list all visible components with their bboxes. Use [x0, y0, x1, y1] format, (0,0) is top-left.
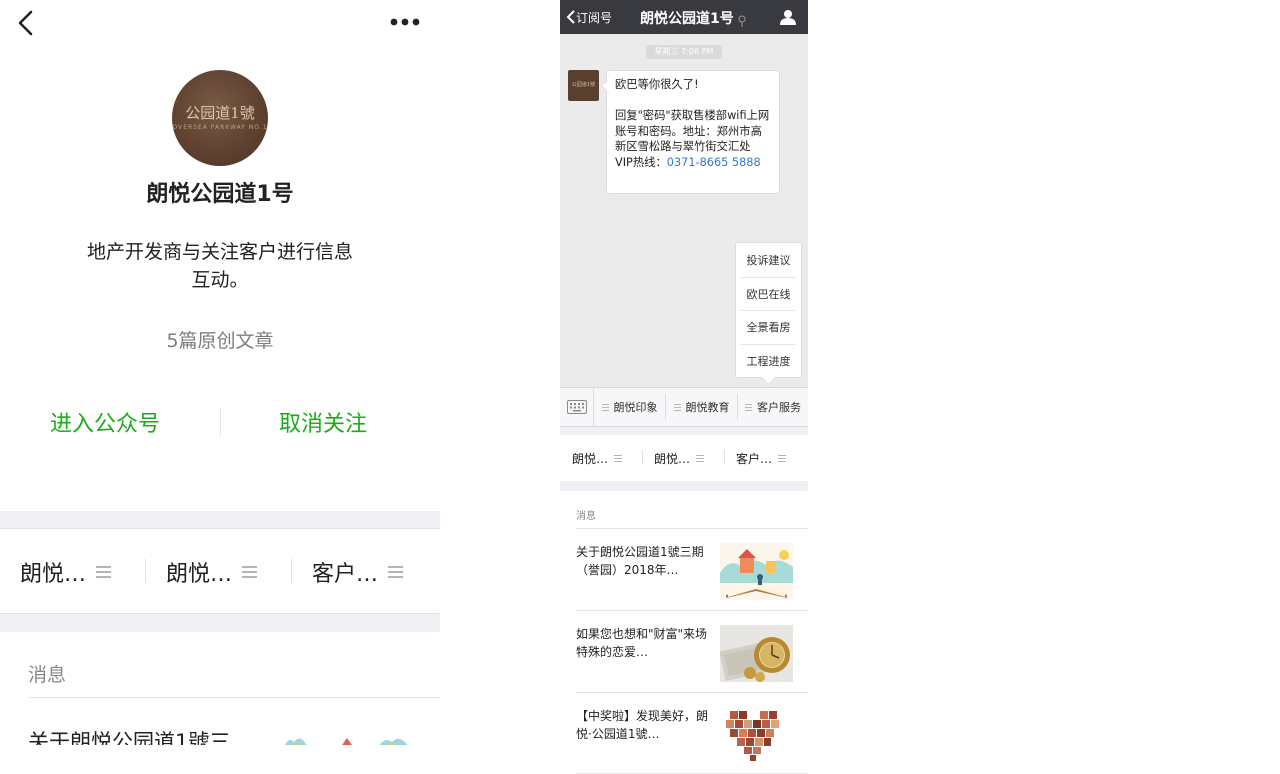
nav-back-label: 订阅号	[576, 10, 613, 25]
timestamp: 星期三 7:06 PM	[646, 45, 722, 59]
nav-title: 朗悦公园道1号	[640, 11, 734, 27]
menu-tab-education[interactable]: 朗悦教育	[666, 388, 737, 426]
account-menu-item-1[interactable]: 朗悦…	[572, 435, 623, 481]
menu-divider	[145, 559, 146, 583]
original-article-count: 5篇原创文章	[166, 330, 274, 352]
menu-hamburger-icon	[601, 402, 609, 413]
keyboard-icon[interactable]	[560, 388, 594, 426]
screenshot-root: 公园道1號 OVERSEA PARKWAY NO.1 朗悦公园道1号 地产开发商…	[0, 0, 1280, 774]
heart-collage-thumbnail	[720, 707, 793, 764]
account-menu-item-2[interactable]: 朗悦…	[166, 529, 258, 615]
menu-divider	[724, 450, 725, 464]
submenu-item-online[interactable]: 欧巴在线	[741, 276, 796, 311]
avatar-logo-text: 公园道1號	[571, 82, 596, 88]
avatar-logo-text: 公园道1號	[185, 104, 255, 122]
account-menu-item-3[interactable]: 客户…	[736, 435, 787, 481]
menu-tab-label: 朗悦教育	[685, 401, 730, 414]
section-separator	[560, 427, 808, 435]
menu-tab-label: 朗悦印象	[613, 401, 658, 414]
menu-tab-label: 客户服务	[757, 401, 801, 414]
submenu-item-complaint[interactable]: 投诉建议	[736, 243, 801, 277]
book-illustration-thumbnail	[720, 543, 793, 600]
avatar-logo-subtext: OVERSEA PARKWAY NO.1	[172, 124, 268, 131]
coins-watch-thumbnail	[720, 625, 793, 682]
account-menu-label: 客户…	[312, 562, 379, 587]
chat-area: 星期三 7:06 PM 公园道1號 欧巴等你很久了! 回复"密码"获取售楼部wi…	[560, 34, 808, 387]
unfollow-button[interactable]: 取消关注	[248, 406, 398, 438]
message-greeting: 欧巴等你很久了!	[615, 78, 699, 91]
account-menu-item-3[interactable]: 客户…	[312, 529, 404, 615]
article-item[interactable]: 关于朗悦公园道1號三期（誉园）2018年…	[576, 529, 808, 610]
menu-divider	[642, 450, 643, 464]
message-bubble: 欧巴等你很久了! 回复"密码"获取售楼部wifi上网账号和密码。地址：郑州市高新…	[601, 70, 780, 194]
nav-back-button[interactable]: 订阅号	[566, 8, 612, 26]
article-item[interactable]: 如果您也想和"财富"来场特殊的恋爱…	[576, 611, 808, 692]
submenu-item-panorama[interactable]: 全景看房	[741, 310, 796, 344]
menu-hamburger-icon	[778, 453, 787, 464]
menu-hamburger-icon	[242, 563, 258, 581]
section-separator	[0, 614, 440, 632]
article-title: 关于朗悦公园道1號三期（誉园）2018年…	[576, 545, 704, 577]
divider-line	[28, 697, 440, 698]
article-title: 【中奖啦】发现美好，朗悦·公园道1號…	[576, 709, 709, 741]
account-menu-row: 朗悦… 朗悦… 客户…	[560, 435, 808, 481]
menu-hamburger-icon	[96, 563, 112, 581]
sender-avatar[interactable]: 公园道1號	[568, 70, 599, 101]
article-item[interactable]: 【中奖啦】发现美好，朗悦·公园道1號…	[576, 693, 808, 774]
account-avatar: 公园道1號 OVERSEA PARKWAY NO.1	[172, 70, 268, 166]
article-title: 如果您也想和"财富"来场特殊的恋爱…	[576, 627, 708, 659]
account-menu-label: 朗悦…	[654, 451, 691, 466]
chat-panel: 订阅号 朗悦公园道1号 星期三 7:06 PM 公园道1號 欧巴等你很久了! 回…	[560, 0, 808, 774]
phone-link[interactable]: 0371-8665 5888	[667, 156, 761, 169]
account-menu-label: 朗悦…	[20, 562, 87, 587]
menu-hamburger-icon	[388, 563, 404, 581]
account-name: 朗悦公园道1号	[146, 182, 294, 207]
menu-tab-impression[interactable]: 朗悦印象	[594, 388, 665, 426]
chevron-left-icon	[566, 10, 575, 24]
account-menu-label: 朗悦…	[572, 451, 609, 466]
menu-hamburger-icon	[673, 402, 681, 413]
account-menu-item-2[interactable]: 朗悦…	[654, 435, 705, 481]
messages-section-label: 消息	[28, 664, 67, 686]
enter-account-button[interactable]: 进入公众号	[30, 406, 180, 438]
menu-hamburger-icon	[614, 453, 623, 464]
menu-divider	[291, 559, 292, 583]
menu-tab-service[interactable]: 客户服务	[738, 388, 808, 426]
pin-icon	[738, 12, 746, 27]
profile-icon[interactable]	[780, 9, 796, 25]
menu-hamburger-icon	[745, 402, 752, 413]
account-menu-item-1[interactable]: 朗悦…	[20, 529, 112, 615]
section-separator	[560, 481, 808, 491]
account-profile-panel: 公园道1號 OVERSEA PARKWAY NO.1 朗悦公园道1号 地产开发商…	[0, 0, 440, 774]
action-divider	[220, 408, 221, 436]
nav-bar: 订阅号 朗悦公园道1号	[560, 0, 808, 34]
account-menu-row: 朗悦… 朗悦… 客户…	[0, 528, 440, 614]
menu-hamburger-icon	[696, 453, 705, 464]
chat-menu-bar: 朗悦印象 朗悦教育 客户服务	[560, 387, 808, 427]
submenu-item-progress[interactable]: 工程进度	[741, 343, 796, 378]
back-arrow-icon[interactable]	[12, 8, 42, 38]
messages-section-label: 消息	[576, 511, 596, 522]
account-description: 地产开发商与关注客户进行信息互动。	[86, 241, 353, 291]
account-menu-label: 客户…	[736, 451, 773, 466]
section-separator	[0, 511, 440, 528]
submenu-popup: 投诉建议 欧巴在线 全景看房 工程进度	[735, 242, 802, 378]
account-menu-label: 朗悦…	[166, 562, 233, 587]
crop-edge	[0, 745, 440, 774]
message-body: 回复"密码"获取售楼部wifi上网账号和密码。地址：郑州市高新区雪松路与翠竹街交…	[615, 108, 771, 170]
more-options-icon[interactable]	[388, 10, 424, 34]
